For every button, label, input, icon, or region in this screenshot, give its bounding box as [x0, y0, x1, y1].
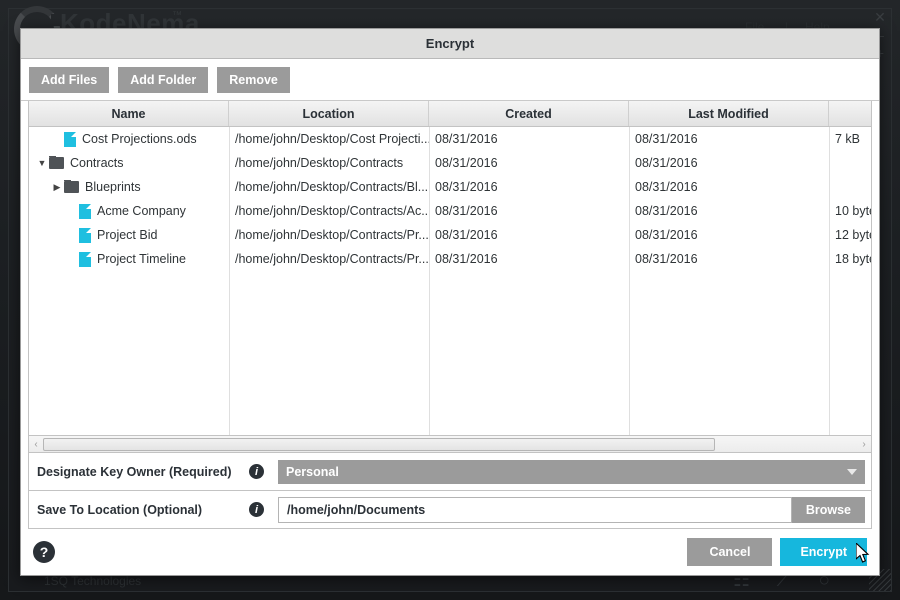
cell-size: 10 bytes — [835, 204, 871, 218]
cell-created: 08/31/2016 — [435, 132, 498, 146]
cell-created: 08/31/2016 — [435, 204, 498, 218]
cell-created: 08/31/2016 — [435, 156, 498, 170]
scroll-right-arrow-icon[interactable]: › — [857, 439, 871, 450]
encrypt-button[interactable]: Encrypt — [780, 538, 867, 566]
dialog-title: Encrypt — [425, 36, 475, 51]
dialog-titlebar: Encrypt — [21, 29, 879, 59]
cell-location: /home/john/Desktop/Cost Projecti... — [235, 132, 429, 146]
table-row[interactable]: Acme Company/home/john/Desktop/Contracts… — [29, 199, 871, 223]
file-icon — [64, 131, 76, 147]
save-location-label: Save To Location (Optional) — [37, 502, 203, 517]
cell-name: ▶ Blueprints — [29, 180, 229, 194]
table-row[interactable]: ▶ Blueprints/home/john/Desktop/Contracts/… — [29, 175, 871, 199]
file-icon — [79, 203, 91, 219]
column-header-location[interactable]: Location — [229, 101, 429, 126]
table-row[interactable]: ▼ Contracts/home/john/Desktop/Contracts 08… — [29, 151, 871, 175]
table-row[interactable]: Project Timeline/home/john/Desktop/Contr… — [29, 247, 871, 271]
add-folder-button[interactable]: Add Folder — [118, 66, 209, 93]
file-icon — [79, 251, 91, 267]
cell-name: Project Bid — [29, 227, 229, 243]
footer-actions: Cancel Encrypt — [687, 538, 867, 566]
cell-created: 08/31/2016 — [435, 180, 498, 194]
table-body: Cost Projections.ods/home/john/Desktop/C… — [29, 127, 871, 435]
dialog-footer: ? Cancel Encrypt — [21, 529, 879, 575]
cell-modified: 08/31/2016 — [635, 204, 698, 218]
table-header-row: Name Location Created Last Modified — [29, 101, 871, 127]
cell-location: /home/john/Desktop/Contracts/Pr... — [235, 252, 429, 266]
cell-location: /home/john/Desktop/Contracts/Bl... — [235, 180, 429, 194]
chevron-right-icon[interactable]: ▶ — [50, 182, 64, 192]
info-icon[interactable]: i — [249, 464, 264, 479]
remove-button[interactable]: Remove — [217, 66, 290, 93]
cell-modified: 08/31/2016 — [635, 228, 698, 242]
close-icon[interactable]: ✕ — [872, 9, 888, 26]
cell-name: Cost Projections.ods — [29, 131, 229, 147]
cell-location: /home/john/Desktop/Contracts/Pr... — [235, 228, 429, 242]
row-name-label: Project Bid — [97, 228, 158, 242]
key-owner-label: Designate Key Owner (Required) — [37, 464, 232, 479]
add-files-button[interactable]: Add Files — [29, 66, 110, 93]
cell-size: 18 bytes — [835, 252, 871, 266]
cell-location: /home/john/Desktop/Contracts/Ac... — [235, 204, 429, 218]
save-location-row: Save To Location (Optional) i Browse — [28, 491, 872, 529]
file-table: Name Location Created Last Modified Cost Pr… — [28, 101, 872, 453]
column-header-last-modified[interactable]: Last Modified — [629, 101, 829, 126]
file-icon — [79, 227, 91, 243]
cell-modified: 08/31/2016 — [635, 132, 698, 146]
row-name-label: Contracts — [70, 156, 124, 170]
horizontal-scrollbar[interactable]: ‹ › — [29, 435, 871, 452]
row-name-label: Blueprints — [85, 180, 141, 194]
cell-size: 12 bytes — [835, 228, 871, 242]
row-name-label: Cost Projections.ods — [82, 132, 197, 146]
cell-size: 7 kB — [835, 132, 861, 146]
table-row[interactable]: Cost Projections.ods/home/john/Desktop/C… — [29, 127, 871, 151]
scrollbar-thumb[interactable] — [43, 437, 715, 451]
row-name-label: Acme Company — [97, 204, 186, 218]
scroll-left-arrow-icon[interactable]: ‹ — [29, 439, 43, 450]
cell-name: ▼ Contracts — [29, 156, 229, 170]
file-toolbar: Add Files Add Folder Remove — [21, 59, 879, 101]
cell-modified: 08/31/2016 — [635, 180, 698, 194]
scrollbar-track[interactable] — [43, 437, 857, 451]
app-trademark: ™ — [172, 10, 182, 21]
cell-modified: 08/31/2016 — [635, 156, 698, 170]
row-name-label: Project Timeline — [97, 252, 186, 266]
chevron-down-icon — [847, 468, 857, 475]
column-header-created[interactable]: Created — [429, 101, 629, 126]
cancel-button[interactable]: Cancel — [687, 538, 773, 566]
cell-location: /home/john/Desktop/Contracts — [235, 156, 404, 170]
column-header-size[interactable] — [829, 101, 871, 126]
dialog-body: Add Files Add Folder Remove Name Location… — [21, 59, 879, 575]
key-owner-value: Personal — [286, 464, 339, 479]
info-icon[interactable]: i — [249, 502, 264, 517]
footer-brand: 1SQ Technologies — [44, 574, 142, 588]
help-icon[interactable]: ? — [33, 541, 55, 563]
cell-name: Project Timeline — [29, 251, 229, 267]
cell-modified: 08/31/2016 — [635, 252, 698, 266]
cell-name: Acme Company — [29, 203, 229, 219]
key-owner-row: Designate Key Owner (Required) i Persona… — [28, 453, 872, 491]
cell-created: 08/31/2016 — [435, 228, 498, 242]
encrypt-dialog: Encrypt Add Files Add Folder Remove Name… — [20, 28, 880, 576]
folder-icon — [64, 180, 79, 193]
save-location-input[interactable] — [278, 496, 792, 523]
chevron-down-icon[interactable]: ▼ — [35, 158, 49, 168]
cell-created: 08/31/2016 — [435, 252, 498, 266]
folder-icon — [49, 156, 64, 169]
column-header-name[interactable]: Name — [29, 101, 229, 126]
browse-button[interactable]: Browse — [791, 496, 865, 523]
key-owner-select[interactable]: Personal — [278, 459, 865, 484]
table-row[interactable]: Project Bid/home/john/Desktop/Contracts/… — [29, 223, 871, 247]
